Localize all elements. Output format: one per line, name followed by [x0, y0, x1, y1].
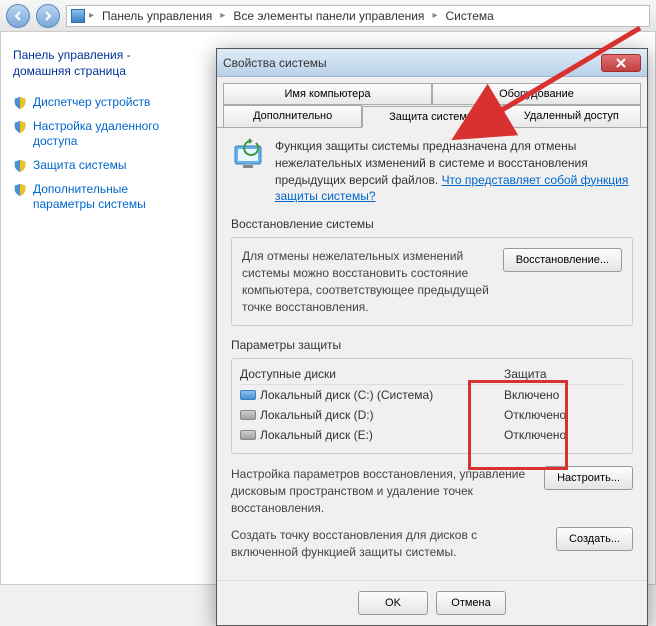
control-panel-icon — [71, 9, 85, 23]
address-bar: ▸ Панель управления ▸ Все элементы панел… — [0, 0, 656, 32]
create-description: Создать точку восстановления для дисков … — [231, 527, 546, 561]
restore-section-label: Восстановление системы — [231, 217, 633, 231]
drives-header: Доступные диски Защита — [240, 367, 624, 385]
chevron-right-icon: ▸ — [432, 10, 437, 21]
annotation-mark — [38, 253, 162, 354]
shield-icon — [13, 183, 27, 197]
drive-status: Включено — [504, 388, 624, 402]
sidebar-item-label: Диспетчер устройств — [33, 95, 150, 111]
close-icon — [616, 58, 626, 68]
tab-row-upper: Имя компьютера Оборудование — [217, 83, 647, 105]
ok-button[interactable]: OK — [358, 591, 428, 615]
tab-row-lower: Дополнительно Защита системы Удаленный д… — [217, 105, 647, 128]
sidebar-item-remote-access[interactable]: Настройка удаленного доступа — [13, 115, 189, 154]
breadcrumb[interactable]: ▸ Панель управления ▸ Все элементы панел… — [66, 5, 650, 27]
sidebar-item-device-manager[interactable]: Диспетчер устройств — [13, 91, 189, 115]
dialog-titlebar[interactable]: Свойства системы — [217, 49, 647, 77]
create-row: Создать точку восстановления для дисков … — [231, 527, 633, 561]
chevron-right-icon: ▸ — [89, 10, 94, 21]
sidebar-item-label: Настройка удаленного доступа — [33, 119, 189, 150]
tab-computer-name[interactable]: Имя компьютера — [223, 83, 432, 105]
drives-list: Доступные диски Защита Локальный диск (C… — [231, 358, 633, 454]
column-header-protection: Защита — [504, 367, 624, 381]
configure-description: Настройка параметров восстановления, упр… — [231, 466, 534, 516]
drive-row[interactable]: Локальный диск (D:) Отключено — [240, 405, 624, 425]
drive-status: Отключено — [504, 408, 624, 422]
configure-row: Настройка параметров восстановления, упр… — [231, 466, 633, 516]
forward-button[interactable] — [36, 4, 60, 28]
shield-icon — [13, 96, 27, 110]
configure-button[interactable]: Настроить... — [544, 466, 633, 490]
drive-status: Отключено — [504, 428, 624, 442]
breadcrumb-item[interactable]: Панель управления — [98, 7, 216, 25]
sidebar: Панель управления - домашняя страница Ди… — [1, 32, 201, 233]
restore-icon — [231, 138, 265, 172]
dialog-buttons: OK Отмена — [217, 580, 647, 625]
tab-hardware[interactable]: Оборудование — [432, 83, 641, 105]
create-button[interactable]: Создать... — [556, 527, 633, 551]
drive-row[interactable]: Локальный диск (E:) Отключено — [240, 425, 624, 445]
sidebar-item-advanced-settings[interactable]: Дополнительные параметры системы — [13, 178, 189, 217]
tab-advanced[interactable]: Дополнительно — [223, 105, 362, 127]
drive-icon — [240, 390, 256, 400]
system-properties-dialog: Свойства системы Имя компьютера Оборудов… — [216, 48, 648, 626]
sidebar-title: Панель управления - домашняя страница — [13, 48, 189, 79]
dialog-content: Функция защиты системы предназначена для… — [217, 128, 647, 580]
drive-name: Локальный диск (E:) — [260, 428, 373, 442]
tab-remote-access[interactable]: Удаленный доступ — [502, 105, 641, 127]
breadcrumb-item[interactable]: Система — [441, 7, 497, 25]
back-button[interactable] — [6, 4, 30, 28]
sidebar-item-label: Дополнительные параметры системы — [33, 182, 189, 213]
drive-name: Локальный диск (D:) — [260, 408, 374, 422]
drive-icon — [240, 430, 256, 440]
restore-groupbox: Для отмены нежелательных изменений систе… — [231, 237, 633, 326]
sidebar-item-system-protection[interactable]: Защита системы — [13, 154, 189, 178]
sidebar-item-label: Защита системы — [33, 158, 126, 174]
close-button[interactable] — [601, 54, 641, 72]
dialog-title: Свойства системы — [223, 56, 601, 70]
drive-icon — [240, 410, 256, 420]
shield-icon — [13, 120, 27, 134]
restore-description: Для отмены нежелательных изменений систе… — [242, 248, 493, 315]
column-header-disk: Доступные диски — [240, 367, 504, 381]
drive-row[interactable]: Локальный диск (C:) (Система) Включено — [240, 385, 624, 405]
restore-button[interactable]: Восстановление... — [503, 248, 622, 272]
drive-name: Локальный диск (C:) (Система) — [260, 388, 433, 402]
tab-system-protection[interactable]: Защита системы — [362, 106, 501, 128]
chevron-right-icon: ▸ — [220, 10, 225, 21]
shield-icon — [13, 159, 27, 173]
cancel-button[interactable]: Отмена — [436, 591, 506, 615]
protect-section-label: Параметры защиты — [231, 338, 633, 352]
info-text: Функция защиты системы предназначена для… — [275, 138, 633, 205]
breadcrumb-item[interactable]: Все элементы панели управления — [229, 7, 428, 25]
info-row: Функция защиты системы предназначена для… — [231, 138, 633, 205]
